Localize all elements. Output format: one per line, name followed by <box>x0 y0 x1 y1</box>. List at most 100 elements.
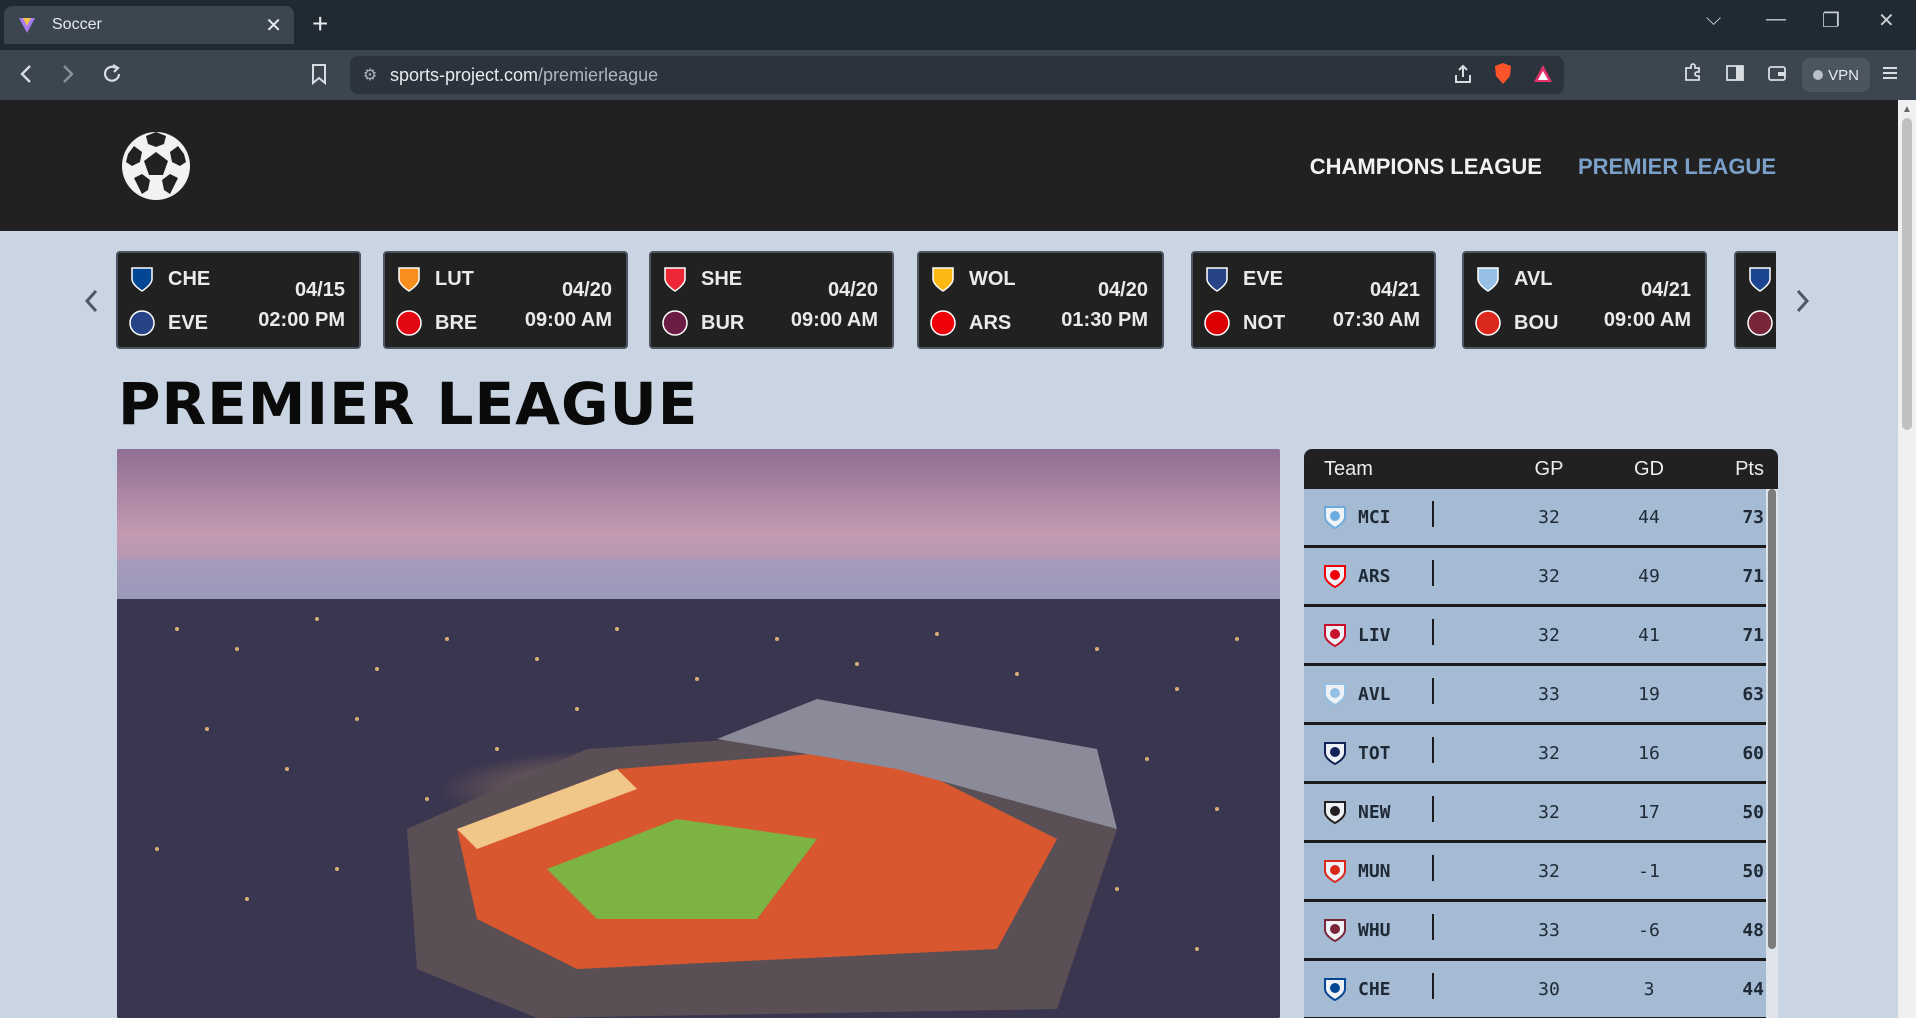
col-gd-header: GD <box>1634 457 1664 480</box>
goal-difference: 17 <box>1638 801 1660 823</box>
share-icon[interactable] <box>1452 63 1474 90</box>
away-team: BUR <box>661 309 744 337</box>
wallet-icon[interactable] <box>1766 62 1788 90</box>
away-team-crest-icon <box>1747 310 1773 336</box>
back-button[interactable] <box>16 62 36 91</box>
home-team-crest-icon <box>398 267 420 292</box>
standings-row[interactable]: AVL 33 19 63 <box>1304 666 1778 725</box>
minimize-button[interactable]: — <box>1766 8 1786 31</box>
game-datetime: 04/21 07:30 AM <box>1333 275 1420 335</box>
page-title: PREMIER LEAGUE <box>118 370 699 438</box>
game-datetime: 04/20 09:00 AM <box>525 275 612 335</box>
menu-icon[interactable] <box>1880 62 1900 90</box>
team-abbr: NEW <box>1358 801 1391 823</box>
standings-row[interactable]: WHU 33 -6 48 <box>1304 902 1778 961</box>
goal-difference: 41 <box>1638 624 1660 646</box>
game-date: 04/21 <box>1369 279 1420 301</box>
col-team-header: Team <box>1324 457 1373 480</box>
game-card[interactable]: CHE EVE 04/15 02:00 PM <box>116 251 361 349</box>
standings-row[interactable]: LIV 32 41 71 <box>1304 607 1778 666</box>
url-text: sports-project.com/premierleague <box>390 65 658 86</box>
brave-rewards-icon[interactable] <box>1532 63 1554 90</box>
tab-close-icon[interactable]: ✕ <box>265 13 282 38</box>
goal-difference: 16 <box>1638 742 1660 764</box>
standings-scrollbar[interactable] <box>1766 489 1778 1018</box>
scrollbar-thumb[interactable] <box>1902 118 1912 430</box>
address-bar[interactable]: ⚙ sports-project.com/premierleague <box>350 56 1564 94</box>
row-divider <box>1432 914 1434 940</box>
tab-search-chevron-icon[interactable]: ⌵ <box>1706 8 1721 31</box>
home-team-abbr: WOL <box>969 267 1016 290</box>
col-pts-header: Pts <box>1735 457 1764 480</box>
row-divider <box>1432 973 1434 999</box>
standings-row[interactable]: MCI 32 44 73 <box>1304 489 1778 548</box>
game-card[interactable]: EVE NOT 04/21 07:30 AM <box>1191 251 1436 349</box>
goal-difference: 19 <box>1638 683 1660 705</box>
forward-button[interactable] <box>58 62 78 91</box>
game-date: 04/15 <box>294 279 345 301</box>
away-team: EVE <box>128 309 208 337</box>
team-crest-icon <box>1324 860 1346 884</box>
game-time: 01:30 PM <box>1061 309 1148 331</box>
game-card[interactable]: CRY WHU <box>1734 251 1776 349</box>
games-played: 33 <box>1538 683 1560 705</box>
team-abbr: WHU <box>1358 919 1391 941</box>
site-header: CHAMPIONS LEAGUE PREMIER LEAGUE <box>0 100 1898 231</box>
standings-row[interactable]: MUN 32 -1 50 <box>1304 843 1778 902</box>
game-card[interactable]: SHE BUR 04/20 09:00 AM <box>649 251 894 349</box>
game-datetime: 04/20 09:00 AM <box>791 275 878 335</box>
site-settings-icon[interactable]: ⚙ <box>350 65 390 85</box>
points: 44 <box>1742 978 1764 1000</box>
new-tab-button[interactable]: + <box>312 10 328 38</box>
standings-row[interactable]: ARS 32 49 71 <box>1304 548 1778 607</box>
sidebar-toggle-icon[interactable] <box>1724 62 1746 90</box>
standings-scrollbar-thumb[interactable] <box>1768 489 1776 949</box>
carousel-next-button[interactable] <box>1792 286 1812 320</box>
game-date: 04/20 <box>561 279 612 301</box>
reload-button[interactable] <box>100 62 124 91</box>
home-team: AVL <box>1474 265 1553 293</box>
points: 60 <box>1742 742 1764 764</box>
upcoming-games-carousel: CHE EVE 04/15 02:00 PM LUT BRE 04/20 09:00 AM SH… <box>116 251 1776 351</box>
away-team-crest-icon <box>1204 310 1230 336</box>
team-crest-icon <box>1324 565 1346 589</box>
close-window-button[interactable]: ✕ <box>1878 8 1895 33</box>
brave-shields-icon[interactable] <box>1492 62 1514 91</box>
away-team-abbr: NOT <box>1243 311 1286 334</box>
vpn-button[interactable]: VPN <box>1802 58 1870 92</box>
game-card[interactable]: WOL ARS 04/20 01:30 PM <box>917 251 1164 349</box>
carousel-prev-button[interactable] <box>82 286 102 320</box>
team-cell: AVL <box>1304 678 1504 707</box>
away-team-abbr: BRE <box>435 311 478 334</box>
standings-row[interactable]: TOT 32 16 60 <box>1304 725 1778 784</box>
standings-row[interactable]: CHE 30 3 44 <box>1304 961 1778 1018</box>
points: 63 <box>1742 683 1764 705</box>
soccer-ball-logo-icon[interactable] <box>120 130 192 202</box>
team-crest-icon <box>1324 683 1346 707</box>
bookmark-icon[interactable] <box>310 62 328 91</box>
restore-button[interactable]: ❐ <box>1822 8 1840 33</box>
team-cell: MUN <box>1304 855 1504 884</box>
home-team-abbr: CHE <box>168 267 211 290</box>
away-team-abbr: BOU <box>1514 311 1559 334</box>
game-card[interactable]: AVL BOU 04/21 09:00 AM <box>1462 251 1707 349</box>
team-abbr: ARS <box>1358 565 1391 587</box>
games-played: 32 <box>1538 565 1560 587</box>
home-team-abbr: EVE <box>1243 267 1284 290</box>
team-crest-icon <box>1324 506 1346 530</box>
team-abbr: MUN <box>1358 860 1391 882</box>
home-team: CRY <box>1746 265 1776 293</box>
browser-tab[interactable]: Soccer ✕ <box>4 6 294 44</box>
row-divider <box>1432 501 1434 527</box>
nav-premier-league[interactable]: PREMIER LEAGUE <box>1578 154 1776 180</box>
extensions-icon[interactable] <box>1682 62 1704 90</box>
scroll-up-icon[interactable]: ▲ <box>1902 104 1912 115</box>
team-crest-icon <box>1324 742 1346 766</box>
game-card[interactable]: LUT BRE 04/20 09:00 AM <box>383 251 628 349</box>
nav-champions-league[interactable]: CHAMPIONS LEAGUE <box>1310 154 1542 180</box>
vpn-status-icon <box>1813 70 1824 80</box>
home-team: LUT <box>395 265 474 293</box>
page-scrollbar[interactable]: ▲ <box>1898 100 1916 1018</box>
standings-row[interactable]: NEW 32 17 50 <box>1304 784 1778 843</box>
team-abbr: TOT <box>1358 742 1391 764</box>
